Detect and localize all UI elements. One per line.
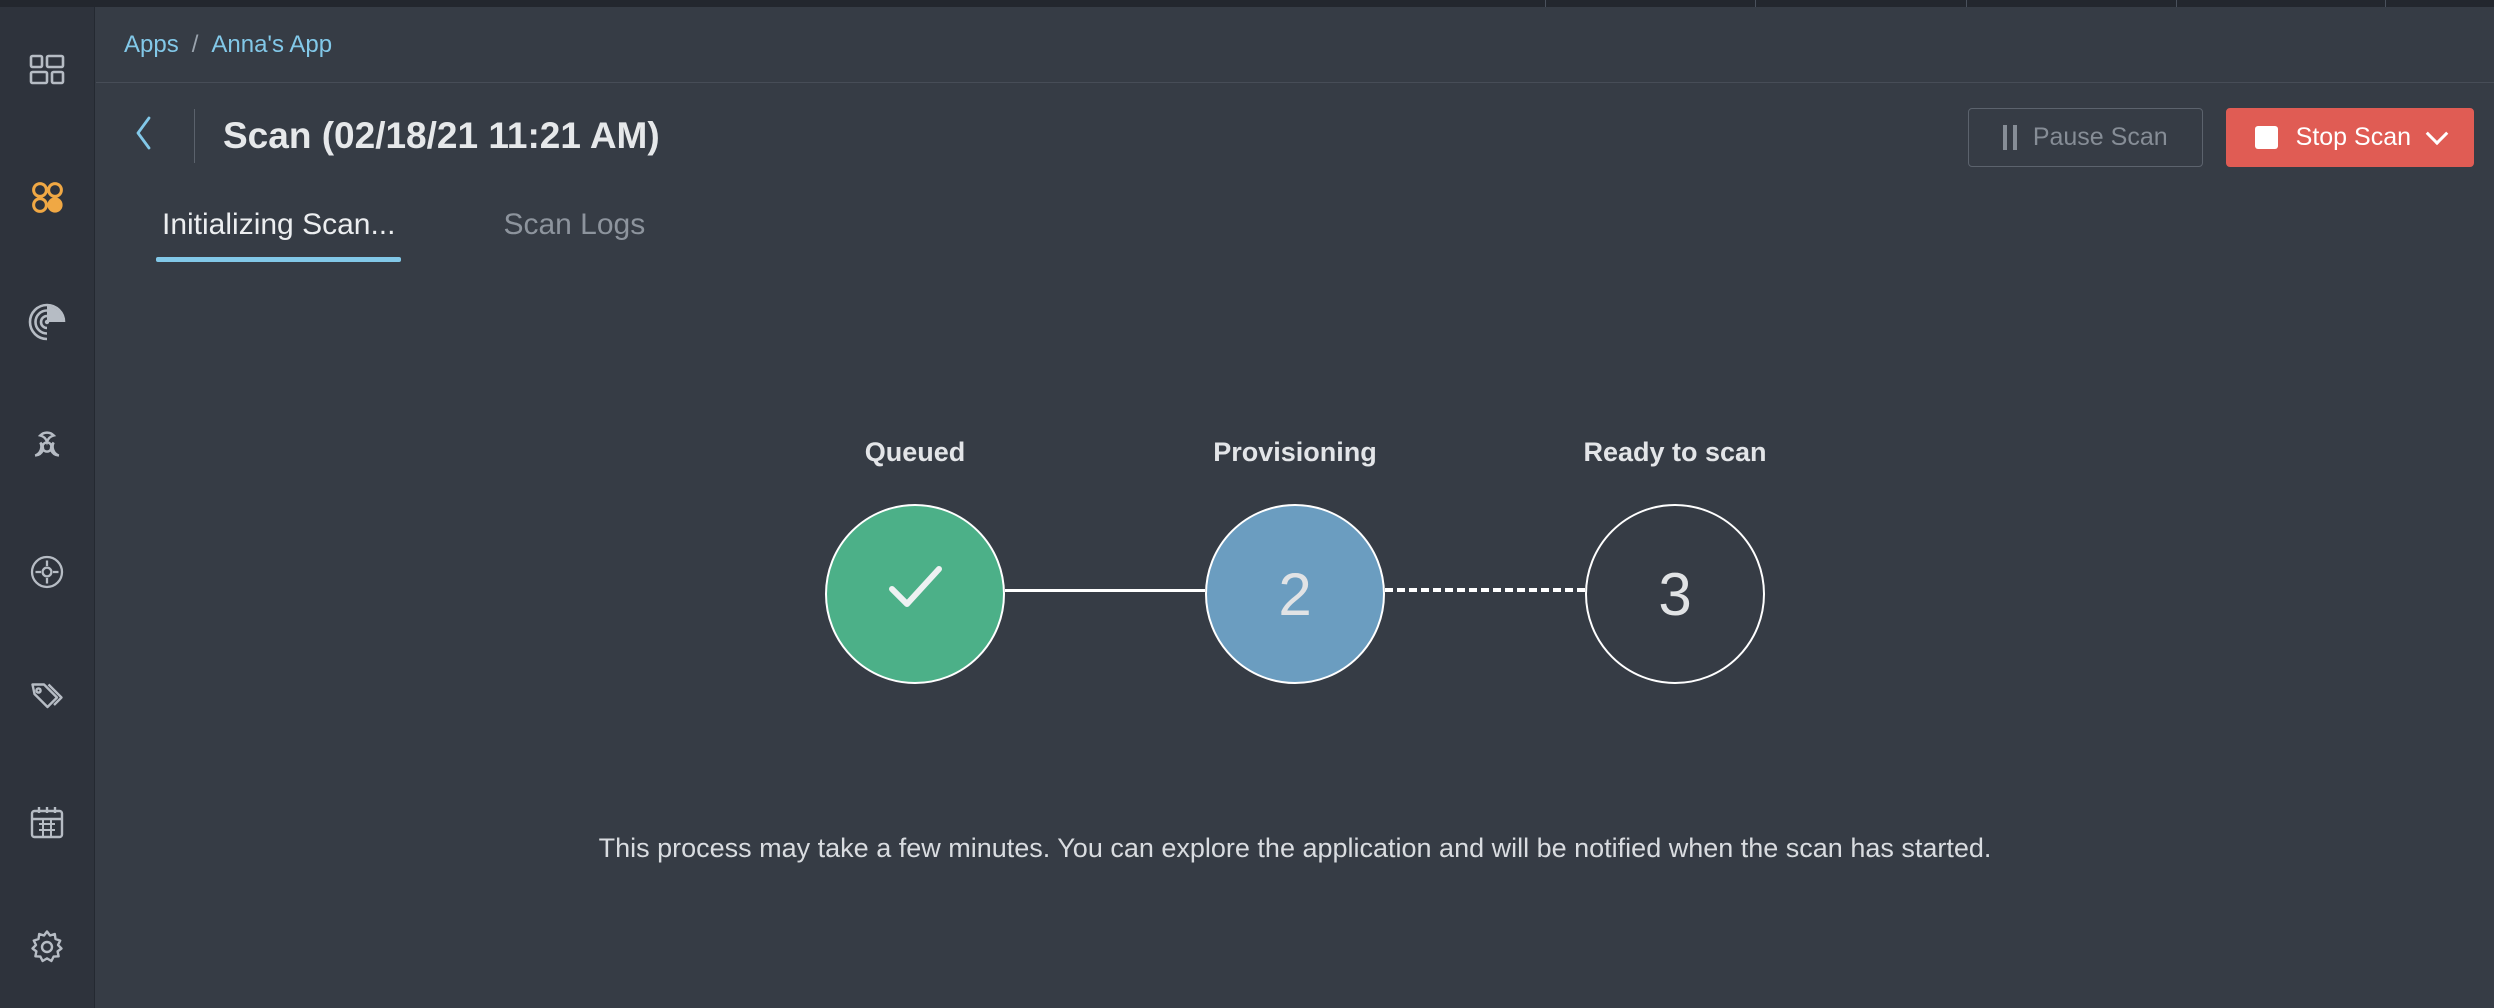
- step-provisioning: Provisioning 2: [1205, 437, 1385, 684]
- page-header: Scan (02/18/21 11:21 AM) Pause Scan Stop…: [96, 83, 2494, 188]
- tab-scan-logs[interactable]: Scan Logs: [497, 188, 651, 262]
- main-content: Apps / Anna's App Scan (02/18/21 11:21 A…: [96, 7, 2494, 1008]
- check-icon: [872, 544, 958, 644]
- step-queued-circle: [825, 504, 1005, 684]
- back-button[interactable]: [118, 109, 170, 161]
- tab-bar: Initializing Scan... Scan Logs: [96, 188, 2494, 278]
- sidebar-item-schedule[interactable]: [0, 787, 94, 857]
- stop-scan-label: Stop Scan: [2295, 123, 2411, 151]
- sidebar-item-dashboard[interactable]: [0, 35, 94, 105]
- step-ready-to-scan-label: Ready to scan: [1583, 437, 1767, 467]
- tab-initializing-scan-label: Initializing Scan...: [162, 208, 396, 241]
- pause-scan-label: Pause Scan: [2032, 123, 2168, 151]
- step-ready-to-scan: Ready to scan 3: [1583, 437, 1767, 684]
- gear-icon: [28, 928, 66, 966]
- browser-tab-strip: [0, 0, 2494, 7]
- pause-icon: [2002, 125, 2017, 150]
- app-window: Apps / Anna's App Scan (02/18/21 11:21 A…: [0, 0, 2494, 1008]
- sidebar-item-tags[interactable]: [0, 662, 94, 732]
- sidebar-item-settings[interactable]: [0, 912, 94, 982]
- tag-icon: [28, 678, 66, 716]
- biohazard-icon: [27, 427, 67, 467]
- calendar-icon: [28, 803, 66, 841]
- step-provisioning-circle: 2: [1205, 504, 1385, 684]
- tab-scan-logs-label: Scan Logs: [503, 208, 646, 241]
- breadcrumb-item-current-app[interactable]: Anna's App: [211, 32, 332, 57]
- breadcrumb-item-apps[interactable]: Apps: [124, 32, 179, 57]
- header-actions: Pause Scan Stop Scan: [1967, 108, 2474, 167]
- step-queued-label: Queued: [864, 437, 966, 467]
- dashboard-grid-icon: [29, 52, 65, 88]
- breadcrumb: Apps / Anna's App: [96, 7, 2494, 83]
- connector-provisioning-ready: [1385, 500, 1585, 680]
- page-title: Scan (02/18/21 11:21 AM): [223, 115, 660, 156]
- step-ready-to-scan-circle: 3: [1585, 504, 1765, 684]
- sidebar-rail: [0, 7, 95, 1008]
- tab-initializing-scan[interactable]: Initializing Scan...: [156, 188, 402, 262]
- target-crosshair-icon: [28, 553, 66, 591]
- breadcrumb-separator: /: [191, 30, 199, 58]
- apps-circles-icon: [29, 179, 65, 215]
- chevron-left-icon: [132, 114, 156, 157]
- sidebar-item-apps[interactable]: [0, 162, 94, 232]
- sidebar-item-scans[interactable]: [0, 287, 94, 357]
- header-divider: [194, 109, 195, 163]
- sidebar-item-targets[interactable]: [0, 537, 94, 607]
- step-queued: Queued: [825, 437, 1005, 684]
- pause-scan-button[interactable]: Pause Scan: [1967, 108, 2203, 167]
- sidebar-item-vulnerabilities[interactable]: [0, 412, 94, 482]
- radar-scan-icon: [27, 302, 67, 342]
- scan-progress-stepper: Queued Provisioning 2 Ready to scan 3: [96, 437, 2494, 684]
- stop-square-icon: [2254, 126, 2278, 149]
- status-note: This process may take a few minutes. You…: [598, 833, 1992, 863]
- connector-queued-provisioning: [1005, 500, 1205, 680]
- chevron-down-icon[interactable]: [2425, 121, 2449, 145]
- stop-scan-button[interactable]: Stop Scan: [2225, 108, 2474, 167]
- step-provisioning-label: Provisioning: [1213, 437, 1377, 467]
